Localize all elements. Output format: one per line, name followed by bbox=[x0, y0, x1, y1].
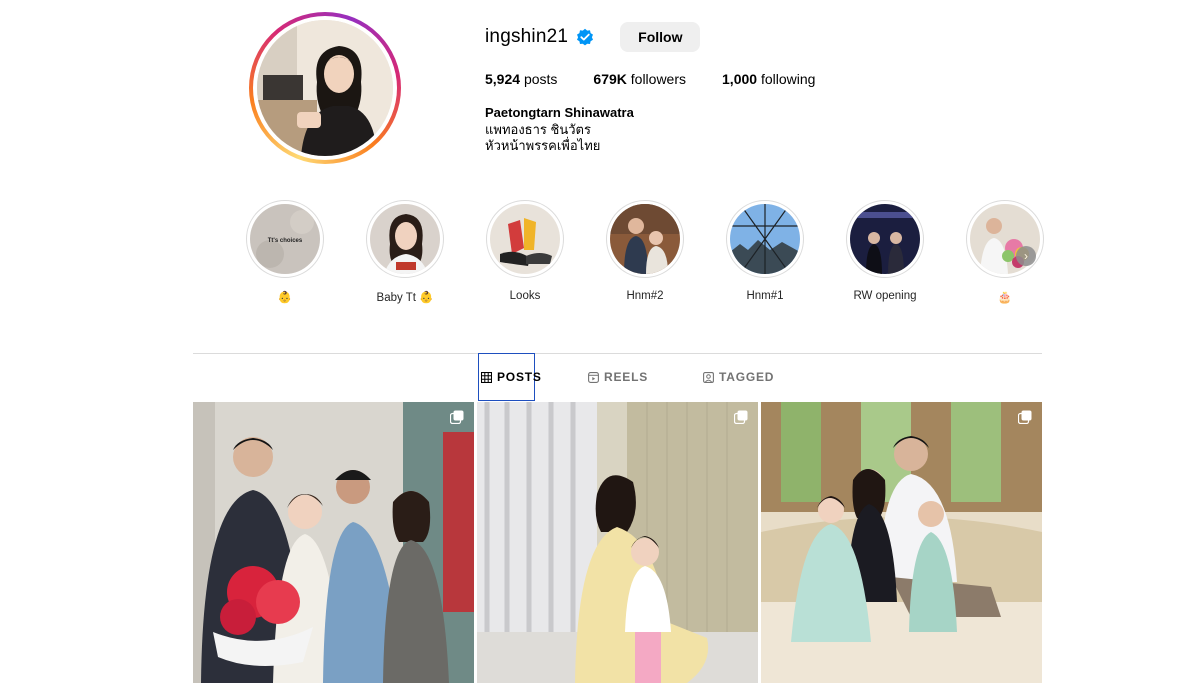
following-label: following bbox=[760, 71, 816, 87]
following-count: 1,000 bbox=[722, 71, 758, 87]
followers-stat[interactable]: 679K followers bbox=[593, 71, 686, 87]
tab-tagged-label: TAGGED bbox=[719, 370, 775, 384]
highlight-ring bbox=[606, 200, 684, 278]
highlight-label: Hnm#1 bbox=[746, 290, 784, 302]
username-row: ingshin21 Follow bbox=[485, 22, 701, 52]
profile-avatar-ring[interactable] bbox=[249, 12, 401, 164]
multi-post-icon bbox=[450, 410, 464, 424]
highlight-cover bbox=[730, 204, 800, 274]
highlight-ring bbox=[366, 200, 444, 278]
highlight-label: Hnm#2 bbox=[626, 290, 664, 302]
highlight-ring bbox=[966, 200, 1044, 278]
highlight-item[interactable]: 🎂 bbox=[950, 200, 1060, 304]
highlight-label: 👶 bbox=[277, 292, 293, 304]
tab-reels[interactable]: REELS bbox=[588, 353, 648, 401]
highlight-cover-text: Tt's choices bbox=[268, 238, 303, 244]
multi-post-icon bbox=[1018, 410, 1032, 424]
post-grid bbox=[193, 402, 1042, 683]
bio-line-1: แพทองธาร ชินวัตร bbox=[485, 121, 591, 137]
posts-count: 5,924 bbox=[485, 71, 521, 87]
profile-bio: Paetongtarn Shinawatra แพทองธาร ชินวัตร … bbox=[485, 105, 634, 155]
avatar-border bbox=[253, 16, 397, 160]
tab-posts-label: POSTS bbox=[497, 370, 542, 384]
post-thumbnail[interactable] bbox=[477, 402, 758, 683]
highlight-ring: Tt's choices bbox=[246, 200, 324, 278]
highlight-item[interactable]: Tt's choices 👶 bbox=[230, 200, 340, 304]
highlight-item[interactable]: Hnm#1 bbox=[710, 200, 820, 302]
profile-tabs: POSTS REELS TAGGED bbox=[478, 353, 774, 401]
highlight-ring bbox=[486, 200, 564, 278]
highlights-next-chevron-icon[interactable]: › bbox=[1016, 246, 1036, 266]
highlight-label: Baby Tt 👶 bbox=[376, 292, 434, 304]
reels-icon bbox=[588, 371, 599, 383]
highlight-label: RW opening bbox=[853, 290, 917, 302]
followers-count: 679K bbox=[593, 71, 627, 87]
grid-icon bbox=[480, 371, 493, 383]
highlight-item[interactable]: Baby Tt 👶 bbox=[350, 200, 460, 304]
full-name: Paetongtarn Shinawatra bbox=[485, 105, 634, 120]
tab-posts[interactable]: POSTS bbox=[478, 353, 541, 401]
highlight-label: 🎂 bbox=[997, 292, 1013, 304]
username[interactable]: ingshin21 bbox=[485, 26, 568, 48]
highlight-ring bbox=[846, 200, 924, 278]
followers-label: followers bbox=[630, 71, 687, 87]
highlight-item[interactable]: Looks bbox=[470, 200, 580, 302]
tab-reels-label: REELS bbox=[604, 370, 649, 384]
multi-post-icon bbox=[734, 410, 748, 424]
highlight-cover bbox=[370, 204, 440, 274]
highlight-cover bbox=[850, 204, 920, 274]
posts-label: posts bbox=[523, 71, 558, 87]
following-stat[interactable]: 1,000 following bbox=[722, 71, 815, 87]
post-thumbnail[interactable] bbox=[193, 402, 474, 683]
highlight-ring bbox=[726, 200, 804, 278]
highlight-cover: Tt's choices bbox=[250, 204, 320, 274]
highlight-cover bbox=[610, 204, 680, 274]
verified-badge-icon bbox=[576, 28, 594, 46]
tagged-icon bbox=[703, 371, 714, 383]
profile-stats: 5,924 posts 679K followers 1,000 followi… bbox=[485, 71, 851, 87]
story-highlights: Tt's choices 👶 Baby Tt 👶 Looks Hnm#2 Hnm… bbox=[230, 200, 1050, 310]
highlight-cover bbox=[490, 204, 560, 274]
tab-tagged[interactable]: TAGGED bbox=[703, 353, 774, 401]
highlight-item[interactable]: Hnm#2 bbox=[590, 200, 700, 302]
bio-line-2: หัวหน้าพรรคเพื่อไทย bbox=[485, 138, 601, 153]
highlight-item[interactable]: RW opening bbox=[830, 200, 940, 302]
follow-button[interactable]: Follow bbox=[620, 22, 701, 52]
highlight-label: Looks bbox=[509, 290, 541, 302]
posts-stat: 5,924 posts bbox=[485, 71, 557, 87]
avatar[interactable] bbox=[257, 20, 393, 156]
post-thumbnail[interactable] bbox=[761, 402, 1042, 683]
